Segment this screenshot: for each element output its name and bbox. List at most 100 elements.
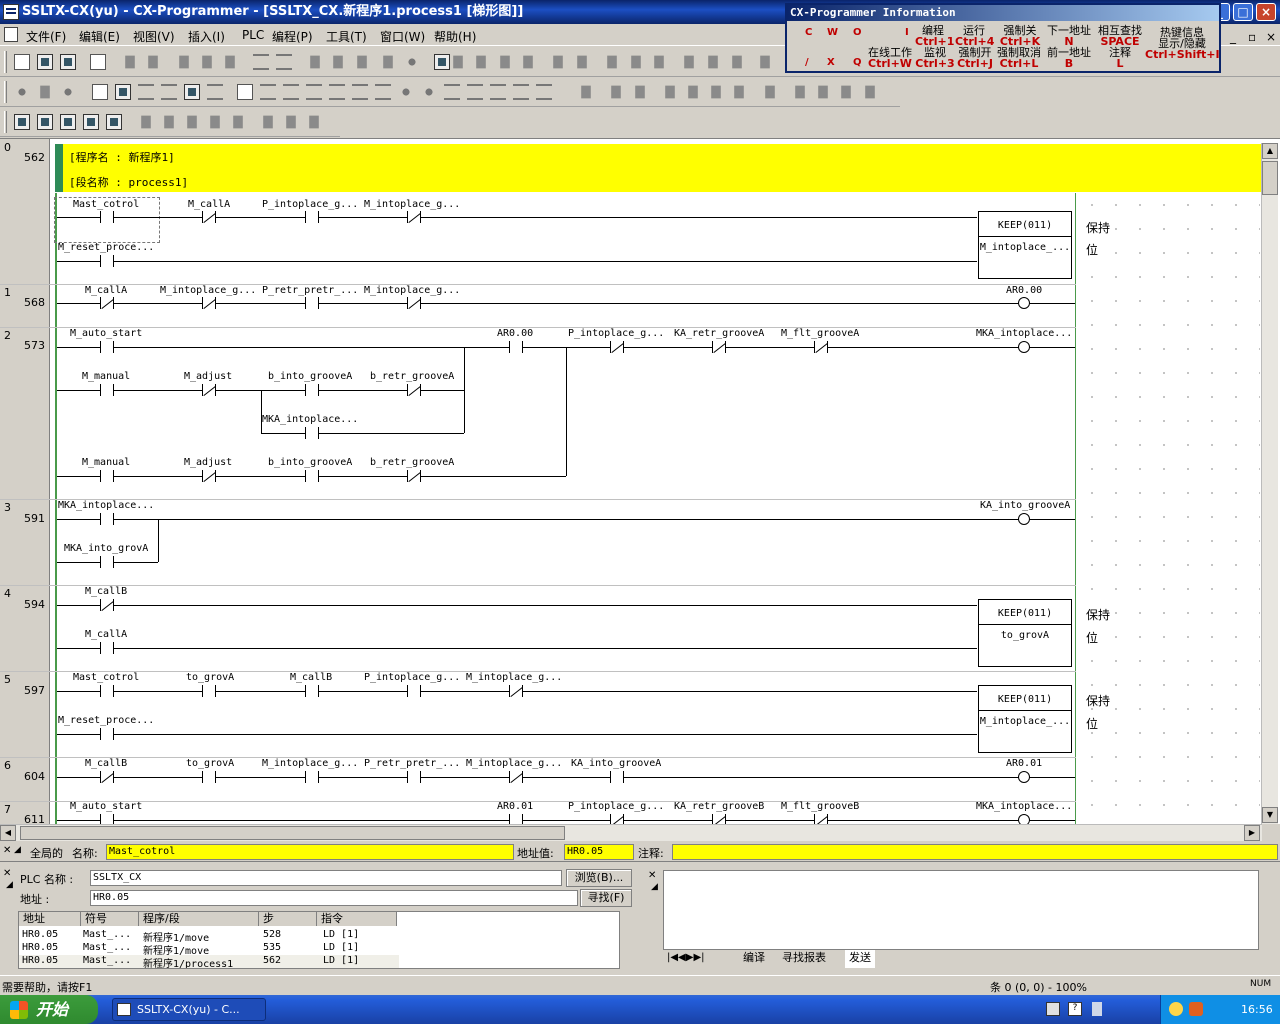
address-search-field[interactable]: HR0.05 [90,890,578,906]
scroll-left-icon[interactable]: ◀ [0,825,16,841]
mdi-minimize-button[interactable]: _ [1230,30,1236,44]
tree-icon[interactable] [207,84,223,100]
contact-nc[interactable] [712,341,726,353]
contact-nc[interactable] [814,341,828,353]
horizontal-line-icon[interactable] [375,84,391,100]
grid-icon[interactable] [92,84,108,100]
rung-number[interactable]: 0 [4,141,11,154]
maximize-button[interactable]: □ [1233,3,1253,21]
vertical-scroll-thumb[interactable] [1262,161,1278,195]
contact-nc[interactable] [712,814,726,824]
ladder-editor[interactable]: 0 562 1 568 2 573 3 591 4 594 5 597 6 60… [0,138,1280,824]
table-row[interactable]: HR0.05 Mast_... 新程序1/move 528 LD [1] [19,929,619,944]
display-10-icon[interactable] [263,115,273,129]
mnemonics-icon[interactable] [141,115,151,129]
help-icon[interactable] [404,54,420,70]
ascii-icon[interactable] [233,115,243,129]
decimal-icon[interactable] [187,115,197,129]
symbol-icon[interactable] [635,85,645,99]
pin-icon[interactable]: ◢ [6,880,13,890]
tray-app-icon[interactable] [1169,1002,1183,1016]
mdi-restore-button[interactable]: ▫ [1248,30,1256,44]
contact-no[interactable] [100,211,114,223]
address-icon[interactable] [734,85,744,99]
app-icon[interactable] [3,4,19,20]
monitor-mode-icon[interactable] [654,55,664,69]
menu-program[interactable]: 编程(P) [272,28,313,45]
rung-number[interactable]: 5 [4,673,11,686]
line-connect-icon[interactable] [513,84,529,100]
contact-no[interactable] [305,211,319,223]
pt-icon[interactable] [467,84,483,100]
taskbar-app-button[interactable]: SSLTX-CX(yu) - C... [112,998,266,1021]
mdi-close-button[interactable]: × [1266,30,1276,44]
stop-icon[interactable] [577,55,587,69]
close-icon[interactable]: ✕ [648,870,656,881]
first-tab-icon[interactable]: |◀◀▶▶| [667,952,705,963]
contact-no[interactable] [100,556,114,568]
output-window-icon[interactable] [37,114,53,130]
output-text-area[interactable] [663,870,1259,950]
output-coil[interactable] [1018,814,1030,824]
contact-no-icon[interactable] [260,84,276,100]
print-preview-icon[interactable] [125,55,135,69]
watch-icon[interactable] [665,85,675,99]
list-icon[interactable] [138,84,154,100]
hex-icon[interactable] [210,115,220,129]
pause-icon[interactable] [553,55,563,69]
menu-tools[interactable]: 工具(T) [326,28,367,45]
coil-nc-icon[interactable] [421,84,437,100]
coil-icon[interactable] [398,84,414,100]
contact-no[interactable] [305,470,319,482]
contact-no[interactable] [202,685,216,697]
keep-function-block[interactable]: KEEP(011) M_intoplace_... [978,211,1072,279]
contact-nc[interactable] [202,211,216,223]
rung-number[interactable]: 6 [4,759,11,772]
menu-file[interactable]: 文件(F) [26,28,66,45]
program-mode-icon[interactable] [607,55,617,69]
io-comment-icon[interactable] [765,85,775,99]
nt-icon[interactable] [490,84,506,100]
table-row[interactable]: HR0.05 Mast_... 新程序1/process1 562 LD [1] [19,955,399,968]
toggle-icon[interactable] [383,55,393,69]
keep-function-block[interactable]: KEEP(011) M_intoplace_... [978,685,1072,753]
page-setup-icon[interactable] [148,55,158,69]
pin-icon[interactable]: ◢ [14,845,21,855]
vertical-scrollbar[interactable]: ▲ ▼ [1261,143,1278,824]
menu-insert[interactable]: 插入(I) [188,28,225,45]
scroll-up-icon[interactable]: ▲ [1262,143,1278,159]
paste-icon[interactable] [225,55,235,69]
column-header[interactable]: 符号 [81,912,139,926]
global-symbols-icon[interactable] [818,85,828,99]
watch-window-icon[interactable] [60,114,76,130]
plc-name-field[interactable]: SSLTX_CX [90,870,562,886]
menu-edit[interactable]: 编辑(E) [79,28,120,45]
contact-no[interactable] [100,513,114,525]
run-mode-icon[interactable] [684,55,694,69]
horizontal-scrollbar[interactable]: ◀ ▶ [0,824,1262,841]
column-header[interactable]: 地址 [19,912,81,926]
contact-ornc-icon[interactable] [329,84,345,100]
tab-find-report[interactable]: 寻找报表 [782,950,826,968]
redo-icon[interactable] [276,54,292,70]
contact-nc[interactable] [100,599,114,611]
contact-nc[interactable] [407,470,421,482]
select-icon[interactable] [237,84,253,100]
auto-online-icon[interactable] [500,55,510,69]
save-icon[interactable] [60,54,76,70]
keep-function-block[interactable]: KEEP(011) to_grovA [978,599,1072,667]
cross-ref-icon[interactable] [688,85,698,99]
open-folder-icon[interactable] [37,54,53,70]
online-icon[interactable] [453,55,463,69]
scroll-right-icon[interactable]: ▶ [1244,825,1260,841]
help-tray-icon[interactable]: ? [1068,1002,1082,1016]
clock[interactable]: 16:56 [1241,995,1273,1024]
browse-button[interactable]: 浏览(B)... [566,869,632,887]
instruction-icon[interactable] [444,84,460,100]
column-header[interactable]: 指令 [317,912,397,926]
cross-reference-icon[interactable] [83,114,99,130]
contact-no[interactable] [100,255,114,267]
display-16-icon[interactable] [309,115,319,129]
tray-security-icon[interactable] [1189,1002,1203,1016]
transfer-icon[interactable] [732,55,742,69]
